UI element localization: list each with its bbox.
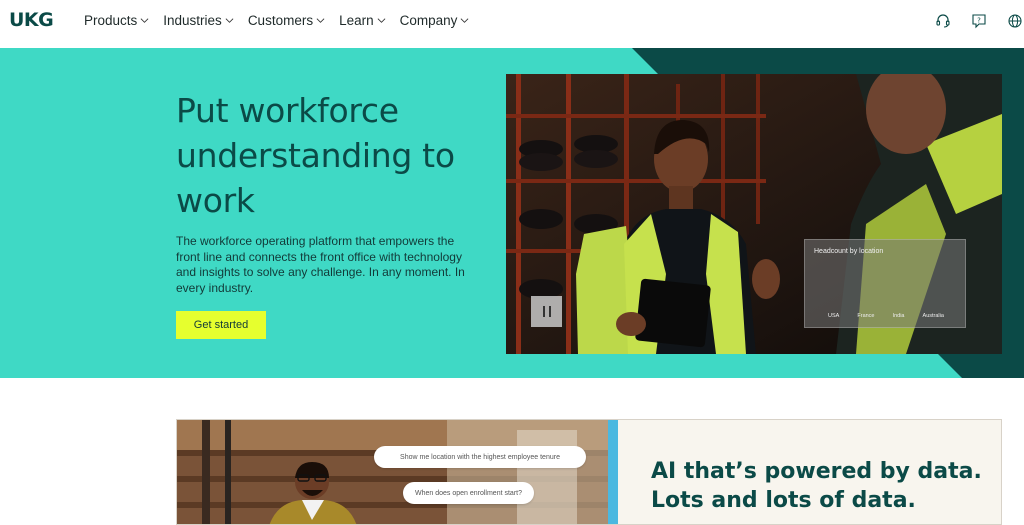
menu-item-customers[interactable]: Customers (248, 13, 325, 28)
menu-item-label: Customers (247, 13, 314, 28)
prompt-bubble: Show me location with the highest employ… (374, 446, 586, 468)
ai-section-image: Show me location with the highest employ… (177, 420, 608, 524)
location-label: USA (828, 313, 840, 319)
chevron-down-icon (316, 18, 325, 23)
help-chat-icon[interactable]: ? (970, 12, 988, 30)
menu-item-label: Industries (163, 13, 222, 28)
support-headset-icon[interactable] (934, 12, 952, 30)
headcount-card: Headcount by location USA France India A… (804, 239, 966, 328)
hero-title: Put workforce understanding to work (176, 91, 455, 220)
prompt-bubble: When does open enrollment start? (403, 482, 534, 504)
hero-subtitle: The workforce operating platform that em… (176, 234, 465, 295)
location-label: Australia (922, 313, 944, 319)
svg-text:?: ? (977, 17, 981, 25)
globe-icon[interactable] (1006, 12, 1024, 30)
ai-data-section: Show me location with the highest employ… (176, 419, 1002, 525)
location-label: France (857, 313, 875, 319)
menu-item-industries[interactable]: Industries (163, 13, 234, 28)
menu-item-company[interactable]: Company (400, 13, 470, 28)
man-on-stairs-illustration (177, 420, 608, 524)
accent-stripe (608, 420, 618, 524)
ukg-logo[interactable]: UKG (9, 9, 54, 31)
location-label: India (892, 313, 905, 319)
pause-button[interactable] (531, 296, 562, 327)
top-navigation: UKG Products Industries Customers Learn … (0, 0, 1024, 46)
get-started-button[interactable]: Get started (176, 311, 266, 339)
chevron-down-icon (140, 18, 149, 23)
menu-item-label: Learn (339, 13, 374, 28)
chevron-down-icon (460, 18, 469, 23)
pause-bar-icon (548, 306, 551, 317)
hero-section: Put workforce understanding to work The … (0, 48, 1024, 378)
hero-image: Headcount by location USA France India A… (506, 74, 1002, 354)
menu-item-label: Company (399, 13, 458, 28)
chevron-down-icon (225, 18, 234, 23)
headcount-card-title: Headcount by location (814, 248, 884, 255)
menu-item-label: Products (84, 13, 138, 28)
section-title: AI that’s powered by data. Lots and lots… (651, 459, 982, 513)
menu-item-products[interactable]: Products (84, 13, 149, 28)
chevron-down-icon (377, 18, 386, 23)
headcount-card-labels: USA France India Australia (805, 313, 967, 319)
menu-item-learn[interactable]: Learn (339, 13, 386, 28)
main-menu: Products Industries Customers Learn Comp… (84, 13, 483, 28)
nav-utility-icons: ? (916, 12, 1024, 30)
pause-bar-icon (542, 306, 545, 317)
